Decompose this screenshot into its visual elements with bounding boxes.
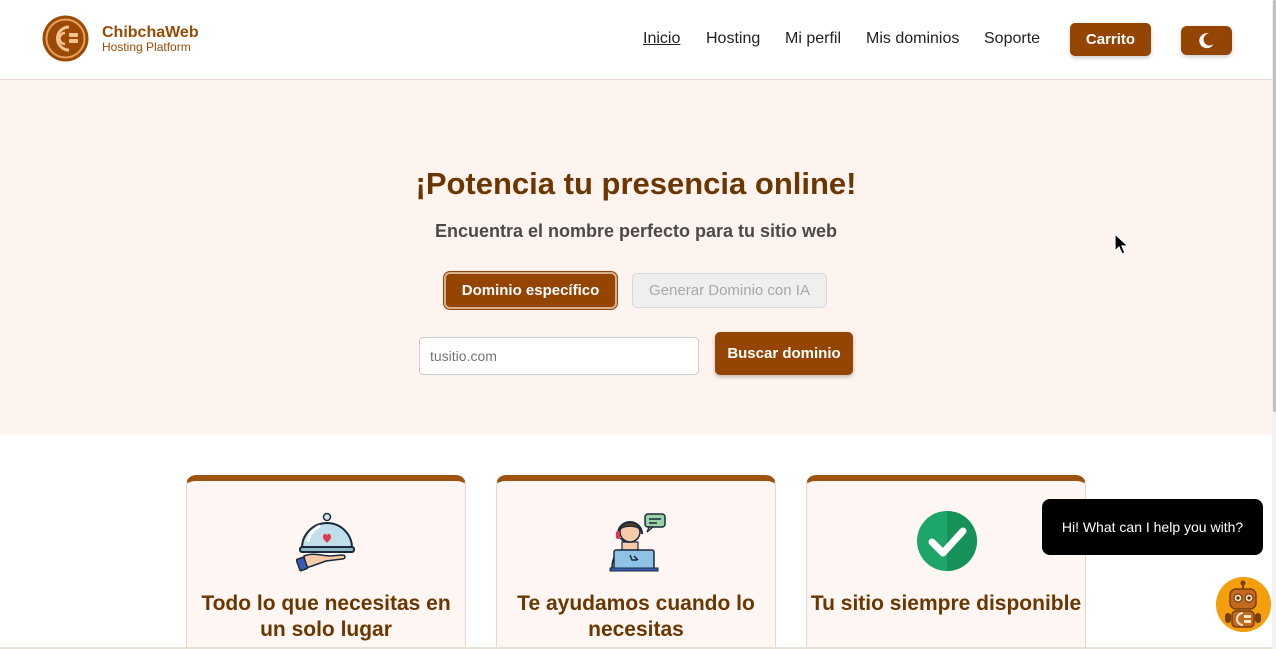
card-title: Tu sitio siempre disponible [810,592,1082,615]
search-domain-button[interactable]: Buscar dominio [715,332,853,375]
chatbot-launcher-button[interactable] [1216,577,1271,632]
nav-link-inicio[interactable]: Inicio [643,30,680,48]
moon-icon [1199,33,1214,49]
card-title: Todo lo que necesitas en un solo lugar [201,592,451,641]
robot-icon [1216,577,1271,632]
cart-button[interactable]: Carrito [1070,23,1151,56]
check-circle-icon [916,510,978,572]
nav-link-mis-dominios[interactable]: Mis dominios [866,30,959,48]
tab-generar-dominio-ia[interactable]: Generar Dominio con IA [632,273,827,308]
hero-subtitle: Encuentra el nombre perfecto para tu sit… [434,221,838,241]
hero-title: ¡Potencia tu presencia online! [415,166,857,201]
hero-section [0,80,1272,435]
serving-tray-icon [295,510,358,572]
brand-name: ChibchaWeb [102,24,199,41]
nav-link-hosting[interactable]: Hosting [706,30,760,48]
support-agent-icon [606,510,668,572]
site-header: ChibchaWeb Hosting Platform Inicio Hosti… [0,0,1272,80]
theme-toggle-button[interactable] [1181,26,1232,55]
nav-link-mi-perfil[interactable]: Mi perfil [785,30,841,48]
domain-search-input[interactable] [419,337,699,375]
mouse-cursor-icon [1114,232,1130,260]
chat-greeting-bubble[interactable]: Hi! What can I help you with? [1042,499,1263,555]
nav-link-soporte[interactable]: Soporte [984,30,1040,48]
brand-logo-icon[interactable] [42,15,89,62]
tab-dominio-especifico[interactable]: Dominio específico [444,272,617,309]
brand[interactable]: ChibchaWeb Hosting Platform [102,24,199,54]
feature-card: Todo lo que necesitas en un solo lugar [186,475,466,649]
card-title: Te ayudamos cuando lo necesitas [517,592,755,641]
brand-subtitle: Hosting Platform [102,40,191,54]
feature-card: Te ayudamos cuando lo necesitas [496,475,776,649]
